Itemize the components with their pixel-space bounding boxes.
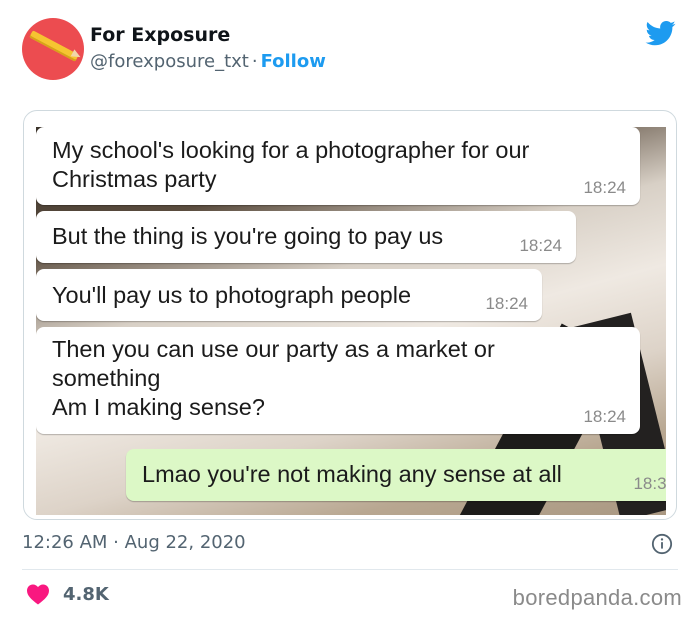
- author-name[interactable]: For Exposure: [90, 24, 230, 46]
- message-text: something: [52, 365, 161, 391]
- message-text: Christmas party: [52, 166, 217, 192]
- author-handle-row: @forexposure_txt · Follow: [90, 51, 326, 72]
- message-text: My school's looking for a photographer f…: [52, 137, 530, 163]
- heart-icon[interactable]: [26, 583, 50, 605]
- message-time: 18:24: [519, 236, 562, 255]
- tweet-card: For Exposure @forexposure_txt · Follow My …: [0, 0, 700, 621]
- follow-button[interactable]: Follow: [261, 51, 326, 72]
- chat-bubble-incoming: My school's looking for a photographer f…: [36, 127, 640, 205]
- tweet-media[interactable]: My school's looking for a photographer f…: [23, 110, 677, 520]
- message-time: 18:24: [583, 178, 626, 197]
- avatar[interactable]: [22, 18, 84, 80]
- divider: [22, 569, 678, 570]
- message-time: 18:24: [485, 294, 528, 313]
- chat-bubble-outgoing: Lmao you're not making any sense at all …: [126, 449, 666, 501]
- twitter-bird-icon[interactable]: [644, 18, 678, 48]
- like-count[interactable]: 4.8K: [63, 584, 109, 605]
- chat-bubble-incoming: You'll pay us to photograph people 18:24: [36, 269, 542, 321]
- message-text: Then you can use our party as a market o…: [52, 336, 495, 362]
- tweet-timestamp[interactable]: 12:26 AM · Aug 22, 2020: [22, 532, 246, 553]
- separator-dot: ·: [251, 51, 258, 72]
- message-text: Am I making sense?: [52, 394, 265, 420]
- message-text: You'll pay us to photograph people: [52, 282, 412, 308]
- watermark: boredpanda.com: [512, 585, 682, 610]
- chat-bubble-incoming: Then you can use our party as a market o…: [36, 327, 640, 434]
- message-text: But the thing is you're going to pay us: [52, 223, 444, 249]
- message-time: 18:35: [633, 474, 666, 493]
- chat-bubble-incoming: But the thing is you're going to pay us …: [36, 211, 576, 263]
- chat-screenshot: My school's looking for a photographer f…: [36, 127, 666, 515]
- info-icon[interactable]: [651, 533, 673, 555]
- message-text: Lmao you're not making any sense at all: [142, 461, 562, 487]
- message-time: 18:24: [583, 407, 626, 426]
- author-handle[interactable]: @forexposure_txt: [90, 51, 249, 72]
